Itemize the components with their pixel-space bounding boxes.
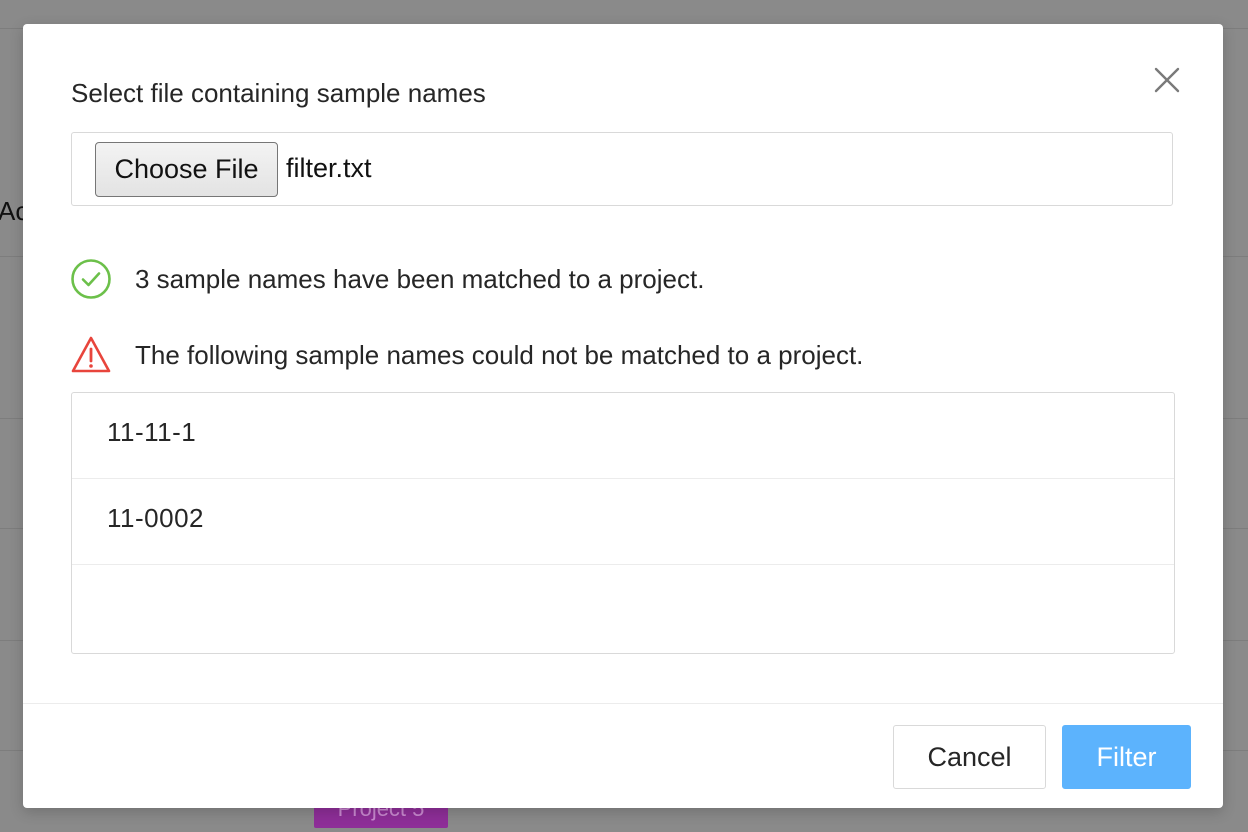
sample-name: 11-0002	[107, 503, 204, 533]
file-input[interactable]: Choose File filter.txt	[71, 132, 1173, 206]
file-input-label: Select file containing sample names	[71, 78, 486, 108]
warning-triangle-icon	[71, 336, 111, 373]
cancel-button[interactable]: Cancel	[893, 725, 1046, 789]
list-item	[72, 565, 1174, 651]
list-item: 11-11-1	[72, 393, 1174, 479]
check-circle-icon	[71, 259, 111, 299]
dialog-footer: Cancel Filter	[23, 703, 1223, 808]
choose-file-button[interactable]: Choose File	[95, 142, 278, 197]
filter-button[interactable]: Filter	[1062, 725, 1191, 789]
sample-name: 11-11-1	[107, 417, 197, 447]
success-message: 3 sample names have been matched to a pr…	[135, 264, 705, 294]
close-icon	[1154, 67, 1180, 93]
selected-file-name: filter.txt	[286, 153, 372, 183]
close-button[interactable]	[1151, 64, 1183, 96]
dialog-body: Select file containing sample names Choo…	[23, 24, 1223, 703]
filter-samples-dialog: Select file containing sample names Choo…	[23, 24, 1223, 808]
warning-message: The following sample names could not be …	[135, 340, 864, 370]
list-item: 11-0002	[72, 479, 1174, 565]
unmatched-samples-list: 11-11-1 11-0002	[71, 392, 1175, 654]
